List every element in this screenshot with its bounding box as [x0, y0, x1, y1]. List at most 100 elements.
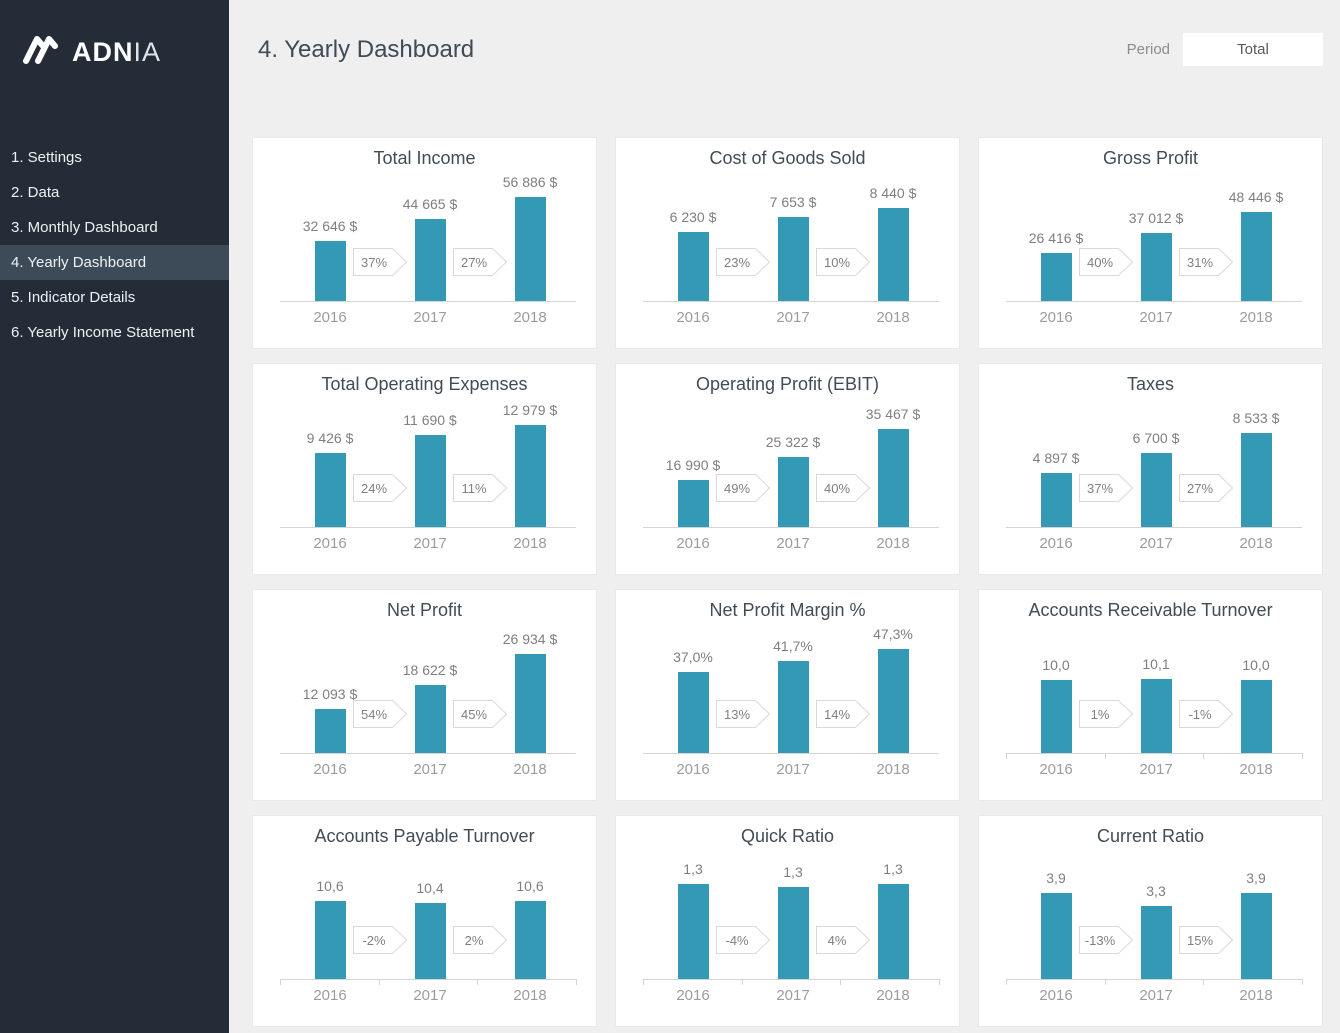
bar-2016	[1041, 893, 1072, 979]
sidebar-item-monthly-dashboard[interactable]: 3. Monthly Dashboard	[0, 210, 229, 245]
value-label-2018: 10,0	[1196, 657, 1316, 673]
sidebar-item-yearly-dashboard[interactable]: 4. Yearly Dashboard	[0, 245, 229, 280]
chart-plot: 10,6201610,4201710,62018-2%2%	[253, 816, 596, 1026]
bar-2018	[878, 429, 909, 527]
value-label-2018: 8 533 $	[1196, 410, 1316, 426]
value-label-2018: 35 467 $	[833, 406, 953, 422]
brand-logo: ADNIA	[0, 0, 229, 78]
change-badge-1: -2%	[353, 926, 407, 954]
sidebar-item-label: 3. Monthly Dashboard	[11, 219, 158, 236]
chart-card-quick-ratio: Quick Ratio 1,320161,320171,32018-4%4%	[615, 815, 960, 1027]
chart-card-accounts-payable-turnover: Accounts Payable Turnover 10,6201610,420…	[252, 815, 597, 1027]
sidebar-menu: 1. Settings 2. Data 3. Monthly Dashboard…	[0, 140, 229, 350]
value-label-2017: 37 012 $	[1096, 210, 1216, 226]
sidebar-item-settings[interactable]: 1. Settings	[0, 140, 229, 175]
chart-card-total-operating-expenses: Total Operating Expenses 9 426 $201611 6…	[252, 363, 597, 575]
sidebar-item-label: 4. Yearly Dashboard	[11, 254, 146, 271]
change-badge-2: 15%	[1179, 926, 1233, 954]
axis-tick	[280, 979, 281, 985]
period-label: Period	[1127, 41, 1170, 58]
bar-2018	[1241, 212, 1272, 301]
bar-2017	[415, 219, 446, 301]
main-area: 4. Yearly Dashboard Period Total Total I…	[229, 0, 1340, 1033]
axis-tick	[1203, 753, 1204, 759]
year-label-2018: 2018	[1196, 761, 1316, 778]
chart-plot: 4 897 $20166 700 $20178 533 $201837%27%	[979, 364, 1322, 574]
change-value: 14%	[816, 700, 858, 728]
x-axis-line	[643, 753, 939, 754]
change-value: 49%	[716, 474, 758, 502]
bar-2016	[315, 453, 346, 527]
change-value: 37%	[1079, 474, 1121, 502]
year-label-2018: 2018	[833, 761, 953, 778]
x-axis-line	[280, 979, 576, 980]
chart-plot: 9 426 $201611 690 $201712 979 $201824%11…	[253, 364, 596, 574]
sidebar-item-indicator-details[interactable]: 5. Indicator Details	[0, 280, 229, 315]
chart-card-accounts-receivable-turnover: Accounts Receivable Turnover 10,0201610,…	[978, 589, 1323, 801]
change-badge-2: 4%	[816, 926, 870, 954]
bar-2018	[515, 654, 546, 753]
value-label-2018: 10,6	[470, 878, 590, 894]
value-label-2018: 8 440 $	[833, 185, 953, 201]
sidebar-item-data[interactable]: 2. Data	[0, 175, 229, 210]
period-select[interactable]: Total	[1183, 33, 1323, 66]
x-axis-line	[643, 301, 939, 302]
x-axis-line	[643, 979, 939, 980]
year-label-2018: 2018	[1196, 535, 1316, 552]
change-value: 27%	[1179, 474, 1221, 502]
value-label-2016: 26 416 $	[996, 230, 1116, 246]
axis-tick	[1006, 753, 1007, 759]
change-badge-1: 54%	[353, 700, 407, 728]
value-label-2018: 12 979 $	[470, 402, 590, 418]
bar-2017	[415, 903, 446, 979]
chart-plot: 3,920163,320173,92018-13%15%	[979, 816, 1322, 1026]
sidebar-item-yearly-income-statement[interactable]: 6. Yearly Income Statement	[0, 315, 229, 350]
value-label-2018: 56 886 $	[470, 174, 590, 190]
sidebar-item-label: 2. Data	[11, 184, 59, 201]
change-value: 54%	[353, 700, 395, 728]
chart-plot: 37,0%201641,7%201747,3%201813%14%	[616, 590, 959, 800]
value-label-2017: 44 665 $	[370, 196, 490, 212]
change-badge-2: 11%	[453, 474, 507, 502]
sidebar: ADNIA 1. Settings 2. Data 3. Monthly Das…	[0, 0, 229, 1033]
year-label-2018: 2018	[1196, 309, 1316, 326]
year-label-2018: 2018	[833, 535, 953, 552]
axis-tick	[1006, 979, 1007, 985]
change-value: 24%	[353, 474, 395, 502]
change-badge-2: 40%	[816, 474, 870, 502]
chart-plot: 6 230 $20167 653 $20178 440 $201823%10%	[616, 138, 959, 348]
year-label-2018: 2018	[833, 987, 953, 1004]
x-axis-line	[280, 301, 576, 302]
bar-2017	[778, 457, 809, 527]
bar-2016	[1041, 253, 1072, 301]
year-label-2018: 2018	[470, 535, 590, 552]
change-value: 27%	[453, 248, 495, 276]
axis-tick	[1302, 753, 1303, 759]
change-badge-2: 27%	[453, 248, 507, 276]
year-label-2018: 2018	[470, 987, 590, 1004]
bar-2018	[878, 884, 909, 979]
chart-card-operating-profit-ebit: Operating Profit (EBIT) 16 990 $201625 3…	[615, 363, 960, 575]
value-label-2017: 6 700 $	[1096, 430, 1216, 446]
change-badge-2: -1%	[1179, 700, 1233, 728]
change-badge-1: 24%	[353, 474, 407, 502]
value-label-2016: 9 426 $	[270, 430, 390, 446]
x-axis-line	[1006, 527, 1302, 528]
value-label-2018: 1,3	[833, 861, 953, 877]
bar-2018	[878, 208, 909, 301]
change-badge-1: 13%	[716, 700, 770, 728]
bar-2018	[1241, 433, 1272, 527]
value-label-2017: 18 622 $	[370, 662, 490, 678]
change-value: -2%	[353, 926, 395, 954]
sidebar-item-label: 1. Settings	[11, 149, 82, 166]
axis-tick	[742, 979, 743, 985]
x-axis-line	[1006, 979, 1302, 980]
change-value: 45%	[453, 700, 495, 728]
value-label-2016: 6 230 $	[633, 209, 753, 225]
change-badge-1: 37%	[353, 248, 407, 276]
brand-name: ADNIA	[72, 37, 161, 68]
axis-tick	[643, 979, 644, 985]
sidebar-item-label: 6. Yearly Income Statement	[11, 324, 194, 341]
chart-card-cost-of-goods-sold: Cost of Goods Sold 6 230 $20167 653 $201…	[615, 137, 960, 349]
bar-2016	[1041, 473, 1072, 527]
